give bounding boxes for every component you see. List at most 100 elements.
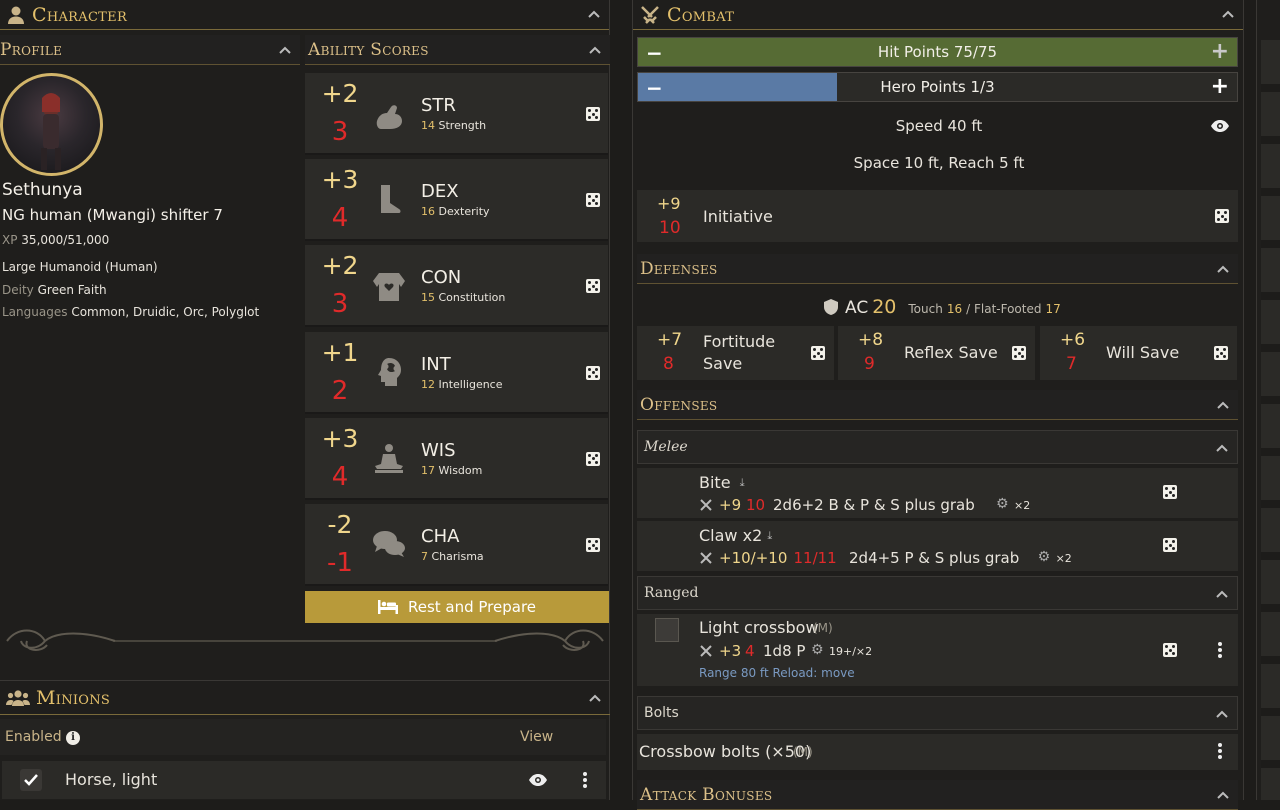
languages-label: Languages [2,305,68,319]
attack-bonuses-title: Attack Bonuses [640,784,773,805]
ranged-header[interactable]: Ranged [637,576,1238,610]
chevron-up-icon[interactable] [1221,7,1235,21]
deity-value: Green Faith [37,283,107,297]
attack-bonuses-header[interactable]: Attack Bonuses [637,780,1238,810]
ammo-row[interactable]: Crossbow bolts (×50) (M) [637,734,1238,770]
dice-icon[interactable] [1214,346,1228,360]
weapon-image-placeholder[interactable] [655,618,679,642]
ability-row-wis[interactable]: +3 4 WIS 17 Wisdom [305,417,608,500]
enabled-checkbox[interactable] [20,769,42,791]
group-icon [6,689,30,706]
chevron-up-icon[interactable] [1215,707,1229,721]
info-icon[interactable]: i [66,731,80,745]
minion-row[interactable]: Horse, light [2,761,606,799]
ability-modifier: +2 [321,251,359,281]
character-header[interactable]: Character [0,0,609,30]
class-line: NG human (Mwangi) shifter 7 [2,206,223,224]
dice-icon[interactable] [1012,346,1026,360]
eye-icon[interactable] [1210,119,1230,133]
minions-title: Minions [36,686,111,709]
dice-icon[interactable] [1163,485,1177,499]
dice-icon[interactable] [586,107,600,121]
ability-row-int[interactable]: +1 2 INT 12 Intelligence [305,331,608,414]
ability-modifier: +3 [321,423,359,453]
chevron-up-icon[interactable] [278,43,292,57]
profile-header[interactable]: Profile [0,35,300,65]
ability-row-cha[interactable]: -2 -1 CHA 7 Charisma [305,504,608,586]
ability-score: 16 Dexterity [421,205,490,219]
ability-score: 17 Wisdom [421,463,483,477]
download-icon[interactable]: ⤓ [740,476,745,490]
chevron-up-icon[interactable] [1216,262,1230,276]
hp-increase-button[interactable]: + [1211,39,1229,64]
ability-temp-modifier: -1 [327,548,353,578]
ability-temp-modifier: 3 [331,117,349,147]
melee-header[interactable]: Melee [637,430,1238,464]
chevron-up-icon[interactable] [1215,587,1229,601]
dice-icon[interactable] [1163,538,1177,552]
save-row-1[interactable]: +8 9 Reflex Save [838,326,1035,380]
download-icon[interactable]: ⤓ [767,529,772,543]
combat-header[interactable]: Combat [633,0,1243,30]
dice-icon[interactable] [586,538,600,552]
hit-points-bar: − Hit Points 75/75 + [637,37,1238,67]
minions-header[interactable]: Minions [0,681,610,715]
dice-icon[interactable] [1163,643,1177,657]
chevron-up-icon[interactable] [1215,441,1229,455]
dice-icon[interactable] [586,279,600,294]
hero-increase-button[interactable]: + [1211,74,1229,99]
speech-bubbles-icon [373,531,405,557]
save-label: Fortitude Save [703,332,776,373]
more-options-icon[interactable] [1218,743,1222,761]
deity-line: Deity Green Faith [2,283,107,297]
dice-icon[interactable] [586,365,600,380]
ability-abbr: DEX [421,181,459,203]
shield-icon [824,299,838,315]
attack-bonus: +3 [719,642,742,660]
offenses-header[interactable]: Offenses [637,390,1238,420]
ranged-weapon-row[interactable]: Light crossbow (M) +3 4 1d8 P ⚙ 19+/×2 R… [637,614,1238,686]
chevron-up-icon[interactable] [588,691,602,705]
dice-icon[interactable] [1215,209,1229,223]
dice-icon[interactable] [586,193,600,208]
melee-attack-row[interactable]: Bite ⤓ +9 10 2d6+2 B & P & S plus grab ⚙ ×2 [637,468,1238,518]
dice-icon[interactable] [586,451,600,466]
ability-scores-header[interactable]: Ability Scores [305,35,610,65]
damage: 2d4+5 P & S plus grab [849,549,1020,567]
eye-icon[interactable] [528,773,548,787]
ammo-size: (M) [793,745,813,759]
chevron-up-icon[interactable] [587,7,601,21]
gear-icon: ⚙ [811,642,824,658]
ornamental-divider [6,629,604,651]
critical: ×2 [1014,499,1031,512]
melee-attack-row[interactable]: Claw x2 ⤓ +10/+10 11/11 2d4+5 P & S plus gra… [637,521,1238,571]
portrait-figure [41,93,61,170]
portrait[interactable] [0,73,103,176]
more-options-icon[interactable] [583,772,587,790]
more-options-icon[interactable] [1218,642,1222,660]
ability-row-con[interactable]: +2 3 CON 15 Constitution [305,245,608,328]
crossed-swords-icon [700,499,712,511]
ability-score: 7 Charisma [421,550,484,563]
dice-icon[interactable] [811,346,825,360]
damage: 1d8 P [763,642,806,660]
ability-score: 14 Strength [421,119,487,132]
rest-button[interactable]: Rest and Prepare [305,591,609,623]
character-title: Character [32,3,128,26]
chevron-up-icon[interactable] [588,43,602,57]
chevron-up-icon[interactable] [1216,398,1230,412]
touch-label: Touch [908,302,943,316]
save-row-0[interactable]: +7 8 Fortitude Save [637,326,834,380]
gear-icon: ⚙ [996,496,1009,512]
minions-table-header: Enabled i View [0,719,606,755]
ability-row-str[interactable]: +2 3 STR 14 Strength [305,73,608,155]
defenses-header[interactable]: Defenses [637,254,1238,284]
weapon-size: (M) [813,621,833,635]
initiative-row[interactable]: +9 10 Initiative [637,190,1238,242]
initiative-label: Initiative [703,207,773,226]
bolts-header[interactable]: Bolts [637,696,1238,730]
ability-row-dex[interactable]: +3 4 DEX 16 Dexterity [305,159,608,242]
critical: ×2 [1055,552,1072,565]
crossed-swords-icon [641,5,659,24]
save-row-2[interactable]: +6 7 Will Save [1040,326,1237,380]
